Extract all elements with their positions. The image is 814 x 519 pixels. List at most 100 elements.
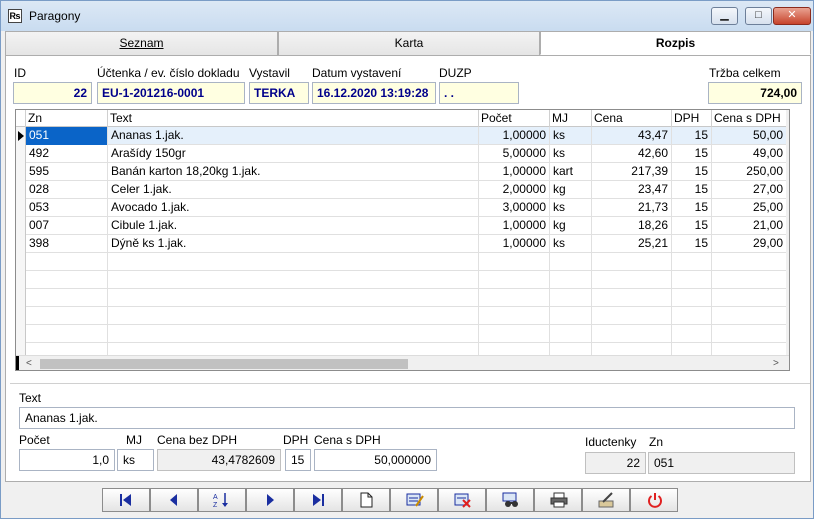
- issuer-field[interactable]: TERKA: [249, 82, 309, 104]
- table-cell[interactable]: [479, 271, 550, 289]
- table-row[interactable]: 398 Dýně ks 1.jak. 1,00000 ks 25,21 15 29,00: [16, 235, 786, 253]
- detail-vat-input[interactable]: 15: [285, 449, 311, 471]
- table-cell[interactable]: 217,39: [592, 163, 672, 181]
- table-cell[interactable]: ks: [550, 235, 592, 253]
- table-cell[interactable]: kg: [550, 181, 592, 199]
- table-cell[interactable]: 053: [26, 199, 108, 217]
- col-zn[interactable]: Zn: [26, 110, 108, 127]
- detail-qty-input[interactable]: 1,0: [19, 449, 115, 471]
- detail-unit-input[interactable]: ks: [117, 449, 154, 471]
- table-cell[interactable]: 27,00: [712, 181, 786, 199]
- table-cell[interactable]: Avocado 1.jak.: [108, 199, 479, 217]
- table-cell[interactable]: [672, 289, 712, 307]
- table-row-empty[interactable]: [16, 307, 786, 325]
- scroll-right-icon[interactable]: >: [773, 358, 779, 369]
- table-row-empty[interactable]: [16, 325, 786, 343]
- table-cell[interactable]: [712, 325, 786, 343]
- table-cell[interactable]: [712, 307, 786, 325]
- table-cell[interactable]: [26, 289, 108, 307]
- table-cell[interactable]: 492: [26, 145, 108, 163]
- table-cell[interactable]: [26, 253, 108, 271]
- table-cell[interactable]: [479, 325, 550, 343]
- table-cell[interactable]: [592, 289, 672, 307]
- table-cell[interactable]: 15: [672, 217, 712, 235]
- table-cell[interactable]: Banán karton 18,20kg 1.jak.: [108, 163, 479, 181]
- duzp-field[interactable]: . .: [439, 82, 519, 104]
- table-cell[interactable]: [550, 289, 592, 307]
- new-record-button[interactable]: [342, 488, 390, 512]
- tab-karta[interactable]: Karta: [278, 31, 540, 56]
- table-cell[interactable]: 5,00000: [479, 145, 550, 163]
- tab-rozpis[interactable]: Rozpis: [540, 31, 811, 55]
- table-cell[interactable]: 1,00000: [479, 235, 550, 253]
- table-cell[interactable]: [26, 307, 108, 325]
- table-cell[interactable]: Dýně ks 1.jak.: [108, 235, 479, 253]
- table-cell[interactable]: [592, 271, 672, 289]
- table-cell[interactable]: 15: [672, 163, 712, 181]
- detail-zn-input[interactable]: 051: [648, 452, 795, 474]
- table-row-empty[interactable]: [16, 271, 786, 289]
- row-indicator[interactable]: [16, 181, 26, 199]
- print-button[interactable]: [534, 488, 582, 512]
- row-indicator[interactable]: [16, 145, 26, 163]
- table-cell[interactable]: 49,00: [712, 145, 786, 163]
- table-cell[interactable]: [712, 253, 786, 271]
- table-cell[interactable]: 15: [672, 235, 712, 253]
- table-cell[interactable]: 250,00: [712, 163, 786, 181]
- table-cell[interactable]: [108, 271, 479, 289]
- table-cell[interactable]: [592, 253, 672, 271]
- table-cell[interactable]: 007: [26, 217, 108, 235]
- table-cell[interactable]: 18,26: [592, 217, 672, 235]
- scroll-left-icon[interactable]: <: [26, 358, 32, 369]
- table-cell[interactable]: ks: [550, 145, 592, 163]
- table-cell[interactable]: [712, 289, 786, 307]
- delete-record-button[interactable]: [438, 488, 486, 512]
- table-cell[interactable]: [479, 307, 550, 325]
- table-cell[interactable]: 21,73: [592, 199, 672, 217]
- table-cell[interactable]: 15: [672, 181, 712, 199]
- table-cell[interactable]: 3,00000: [479, 199, 550, 217]
- table-cell[interactable]: 398: [26, 235, 108, 253]
- search-record-button[interactable]: [486, 488, 534, 512]
- first-record-button[interactable]: [102, 488, 150, 512]
- doc-number-field[interactable]: EU-1-201216-0001: [97, 82, 245, 104]
- col-cena-s-dph[interactable]: Cena s DPH: [712, 110, 786, 127]
- table-cell[interactable]: ks: [550, 199, 592, 217]
- table-cell[interactable]: [108, 307, 479, 325]
- settings-button[interactable]: [582, 488, 630, 512]
- table-cell[interactable]: kg: [550, 217, 592, 235]
- table-cell[interactable]: [672, 307, 712, 325]
- table-cell[interactable]: [592, 325, 672, 343]
- table-cell[interactable]: [550, 325, 592, 343]
- row-indicator[interactable]: [16, 271, 26, 289]
- next-record-button[interactable]: [246, 488, 294, 512]
- table-cell[interactable]: 1,00000: [479, 217, 550, 235]
- table-cell[interactable]: Cibule 1.jak.: [108, 217, 479, 235]
- row-indicator[interactable]: [16, 235, 26, 253]
- row-indicator[interactable]: [16, 163, 26, 181]
- table-cell[interactable]: [479, 289, 550, 307]
- table-cell[interactable]: 2,00000: [479, 181, 550, 199]
- table-cell[interactable]: 028: [26, 181, 108, 199]
- row-indicator[interactable]: [16, 199, 26, 217]
- row-indicator[interactable]: [16, 127, 26, 145]
- table-cell[interactable]: 50,00: [712, 127, 786, 145]
- total-field[interactable]: 724,00: [708, 82, 802, 104]
- col-text[interactable]: Text: [108, 110, 479, 127]
- table-cell[interactable]: [672, 325, 712, 343]
- exit-button[interactable]: [630, 488, 678, 512]
- col-dph[interactable]: DPH: [672, 110, 712, 127]
- detail-price-vat-input[interactable]: 50,000000: [314, 449, 437, 471]
- row-indicator[interactable]: [16, 217, 26, 235]
- table-cell[interactable]: [108, 253, 479, 271]
- row-indicator[interactable]: [16, 307, 26, 325]
- table-cell[interactable]: [592, 307, 672, 325]
- table-row[interactable]: 007 Cibule 1.jak. 1,00000 kg 18,26 15 21,00: [16, 217, 786, 235]
- maximize-button[interactable]: □: [745, 7, 772, 25]
- table-cell[interactable]: [712, 271, 786, 289]
- table-cell[interactable]: 15: [672, 145, 712, 163]
- table-cell[interactable]: 25,00: [712, 199, 786, 217]
- table-cell[interactable]: 21,00: [712, 217, 786, 235]
- table-cell[interactable]: 43,47: [592, 127, 672, 145]
- table-cell[interactable]: 1,00000: [479, 127, 550, 145]
